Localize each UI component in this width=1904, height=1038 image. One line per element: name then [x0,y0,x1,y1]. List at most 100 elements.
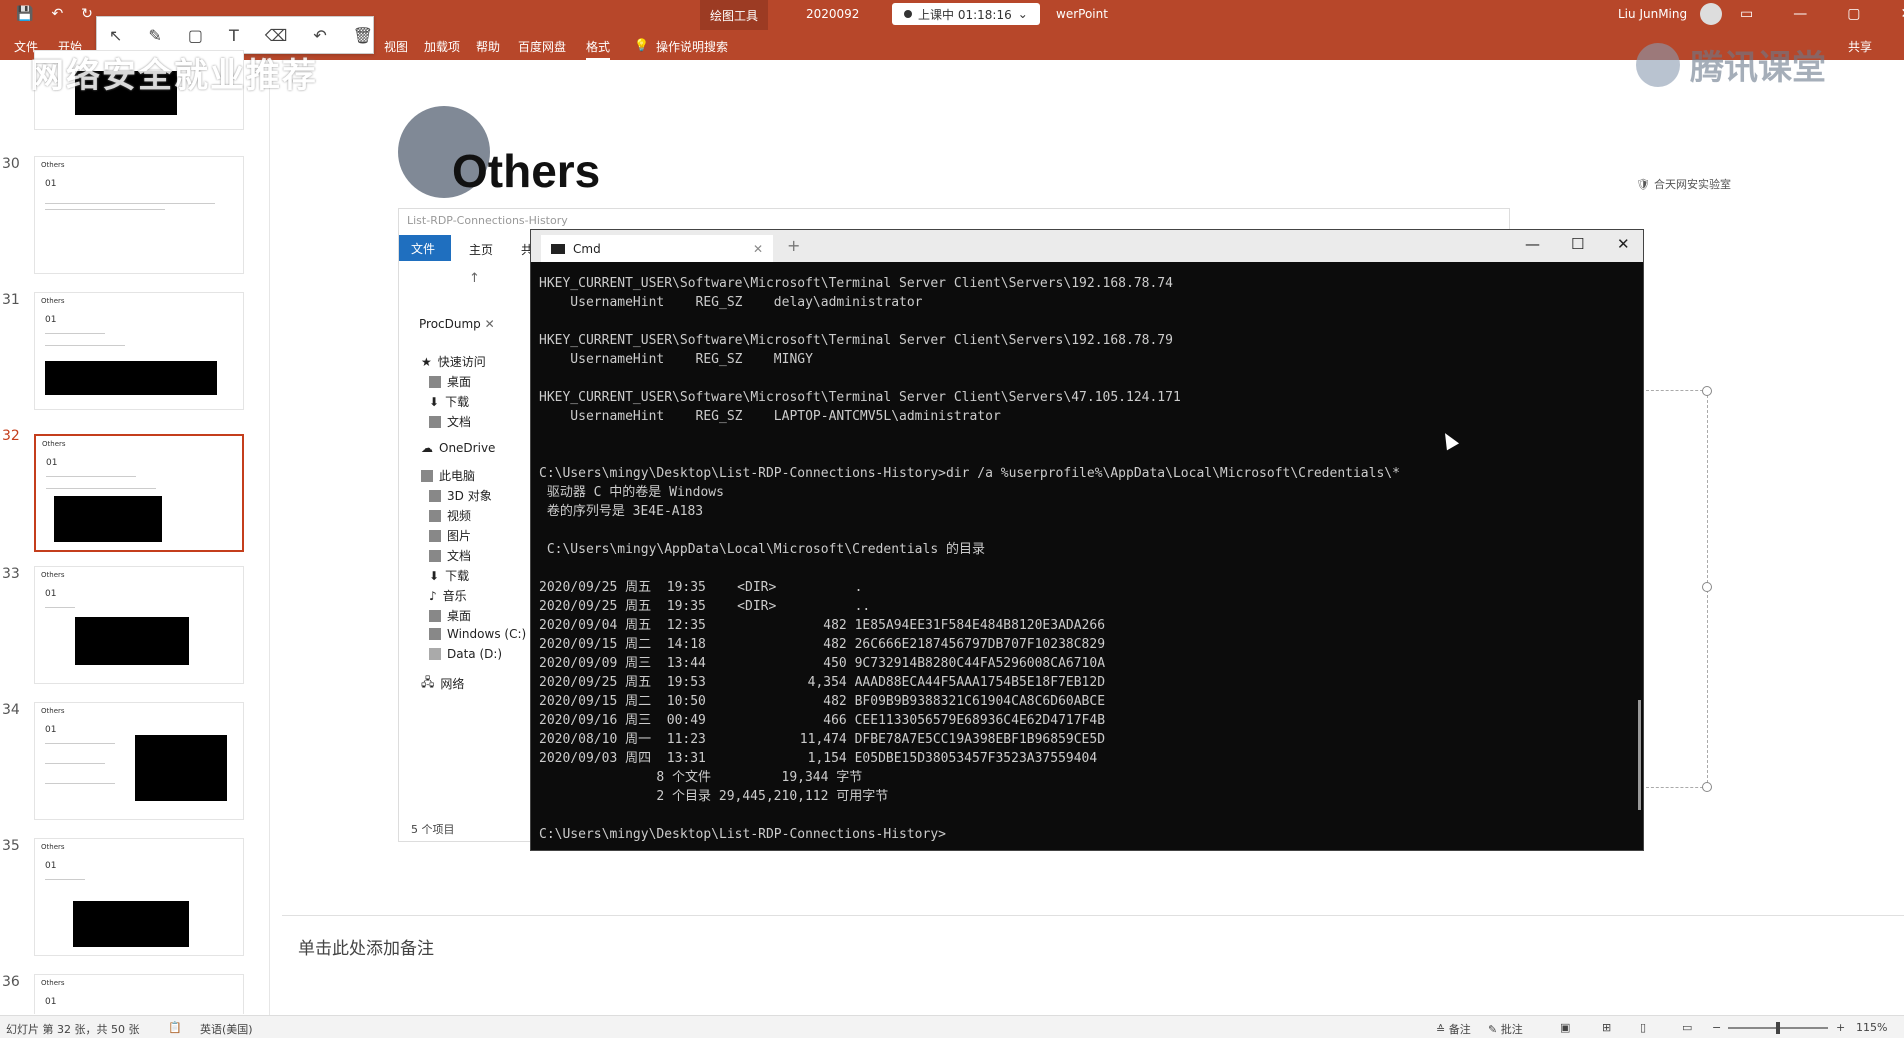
maximize-icon[interactable]: ▢ [1847,6,1860,22]
nav-music[interactable]: ♪ 音乐 [429,587,467,604]
undo-icon[interactable]: ↶ [51,6,63,22]
nav-downloads-2[interactable]: ⬇ 下载 [429,567,469,584]
nav-drive-d[interactable]: Data (D:) [429,647,502,661]
close-icon[interactable]: ✕ [1617,235,1630,253]
avatar[interactable] [1700,3,1722,25]
tab-baidu-netdisk[interactable]: 百度网盘 [518,38,566,55]
share-button[interactable]: 共享 [1848,38,1872,55]
nav-downloads[interactable]: ⬇ 下载 [429,393,469,410]
nav-desktop[interactable]: 桌面 [429,373,471,390]
slide-thumbnail-selected[interactable]: Others 01 [34,434,244,552]
slide-number: 33 [2,566,20,582]
resize-handle[interactable] [1702,582,1712,592]
nav-label: OneDrive [439,441,496,455]
picture-icon [429,529,441,542]
redo-icon[interactable]: ↻ [81,6,93,22]
slideshow-icon[interactable]: ▭ [1682,1021,1692,1034]
download-icon: ⬇ [429,568,440,583]
zoom-slider-knob[interactable] [1776,1022,1780,1034]
nav-documents-2[interactable]: 文档 [429,547,471,564]
text-icon[interactable]: T [229,26,239,45]
language-status[interactable]: 英语(美国) [200,1021,253,1037]
nav-drive-c[interactable]: Windows (C:) [429,627,526,641]
cmd-window[interactable]: Cmd ✕ + — ☐ ✕ HKEY_CURRENT_USER\Software\… [530,229,1644,851]
accessibility-icon[interactable]: 📋 [168,1021,182,1034]
tab-format[interactable]: 格式 [586,38,611,60]
tell-me-search[interactable]: 操作说明搜索 [656,38,728,55]
notes-button[interactable]: ≙ 备注 [1436,1021,1471,1037]
recording-status[interactable]: 上课中 01:18:16 ⌄ [892,3,1040,25]
nav-network[interactable]: 🖧 网络 [421,673,464,694]
thumbnail-subtitle: 01 [46,458,58,468]
notes-pane[interactable]: 单击此处添加备注 [282,915,1904,1015]
thumbnail-subtitle: 01 [45,861,57,871]
document-name: 2020092 [806,7,860,21]
comments-button[interactable]: ✎ 批注 [1488,1021,1523,1037]
thumbnail-title: Others [41,571,65,579]
terminal-line: 2020/09/03 周四 13:31 1,154 E05DBE15D38053… [539,751,1098,766]
slide-title[interactable]: Others [452,144,600,198]
terminal-line: C:\Users\mingy\Desktop\List-RDP-Connecti… [539,827,946,842]
thumbnail-title: Others [41,707,65,715]
explorer-file-tab[interactable]: 文件 [399,235,451,261]
undo-icon[interactable]: ↶ [313,26,326,45]
minimize-icon[interactable]: — [1525,235,1540,253]
nav-documents[interactable]: 文档 [429,413,471,430]
watermark-brand: 腾讯课堂 [1690,48,1826,88]
slide-sorter-icon[interactable]: ⊞ [1602,1021,1611,1034]
explorer-nav-pane: ★ 快速访问 桌面 ⬇ 下载 文档 ☁ OneDrive 此电脑 3D 对象 视频 图… [399,261,529,821]
network-icon: 🖧 [421,675,435,689]
tab-help[interactable]: 帮助 [476,38,500,55]
minimize-icon[interactable]: — [1793,6,1807,22]
desktop-icon [429,375,441,388]
ribbon-display-icon[interactable]: ▭ [1740,6,1753,22]
zoom-out-icon[interactable]: − [1712,1021,1721,1034]
nav-quick-access[interactable]: ★ 快速访问 [421,353,486,370]
tencent-classroom-watermark: 腾讯课堂 [1636,40,1826,89]
rectangle-icon[interactable]: ▢ [188,26,203,45]
cmd-tab-label: Cmd [573,241,601,256]
slide-thumbnail[interactable]: Others 01 [34,566,244,684]
tab-view[interactable]: 视图 [384,38,408,55]
pen-icon[interactable]: ✎ [148,26,161,45]
terminal-output[interactable]: HKEY_CURRENT_USER\Software\Microsoft\Ter… [539,274,1627,844]
nav-3d-objects[interactable]: 3D 对象 [429,487,492,504]
explorer-home-tab[interactable]: 主页 [469,241,493,258]
nav-desktop-2[interactable]: 桌面 [429,607,471,624]
eraser-icon[interactable]: ⌫ [265,26,288,45]
reading-view-icon[interactable]: ▯ [1640,1021,1646,1034]
zoom-level[interactable]: 115% [1856,1021,1887,1034]
nav-videos[interactable]: 视频 [429,507,471,524]
nav-pictures[interactable]: 图片 [429,527,471,544]
user-name[interactable]: Liu JunMing [1618,7,1687,21]
new-tab-button[interactable]: + [787,236,800,255]
terminal-line: 2020/09/15 周二 14:18 482 26C666E218745679… [539,637,1106,652]
thumbnail-image [73,901,189,947]
cmd-tab[interactable]: Cmd ✕ [541,235,773,262]
nav-onedrive[interactable]: ☁ OneDrive [421,441,495,455]
resize-handle[interactable] [1702,386,1712,396]
normal-view-icon[interactable]: ▣ [1560,1021,1570,1034]
scrollbar[interactable] [1638,700,1641,810]
nav-this-pc[interactable]: 此电脑 [421,467,475,484]
shield-icon: 🛡 [1636,177,1650,191]
desktop-icon [429,609,441,622]
document-icon [429,415,441,428]
slide-thumbnail[interactable]: Others 01 [34,838,244,956]
drawing-tools-context: 绘图工具 [700,0,769,30]
slide-thumbnail[interactable]: Others 01 [34,156,244,274]
tab-addins[interactable]: 加载项 [424,38,460,55]
slide-thumbnail[interactable]: Others 01 [34,292,244,410]
slide-thumbnail[interactable]: Others 01 [34,702,244,820]
slide-thumbnail[interactable]: Others 01 [34,974,244,1014]
maximize-icon[interactable]: ☐ [1571,235,1584,253]
zoom-in-icon[interactable]: + [1836,1021,1845,1034]
close-icon[interactable]: ✕ [1900,6,1904,22]
terminal-line: HKEY_CURRENT_USER\Software\Microsoft\Ter… [539,333,1173,348]
resize-handle[interactable] [1702,782,1712,792]
save-icon[interactable]: 💾 [16,6,33,22]
pointer-icon[interactable]: ↖ [109,26,122,45]
trash-icon[interactable]: 🗑 [353,26,373,45]
close-tab-icon[interactable]: ✕ [753,242,763,256]
nav-label: 3D 对象 [447,489,492,503]
